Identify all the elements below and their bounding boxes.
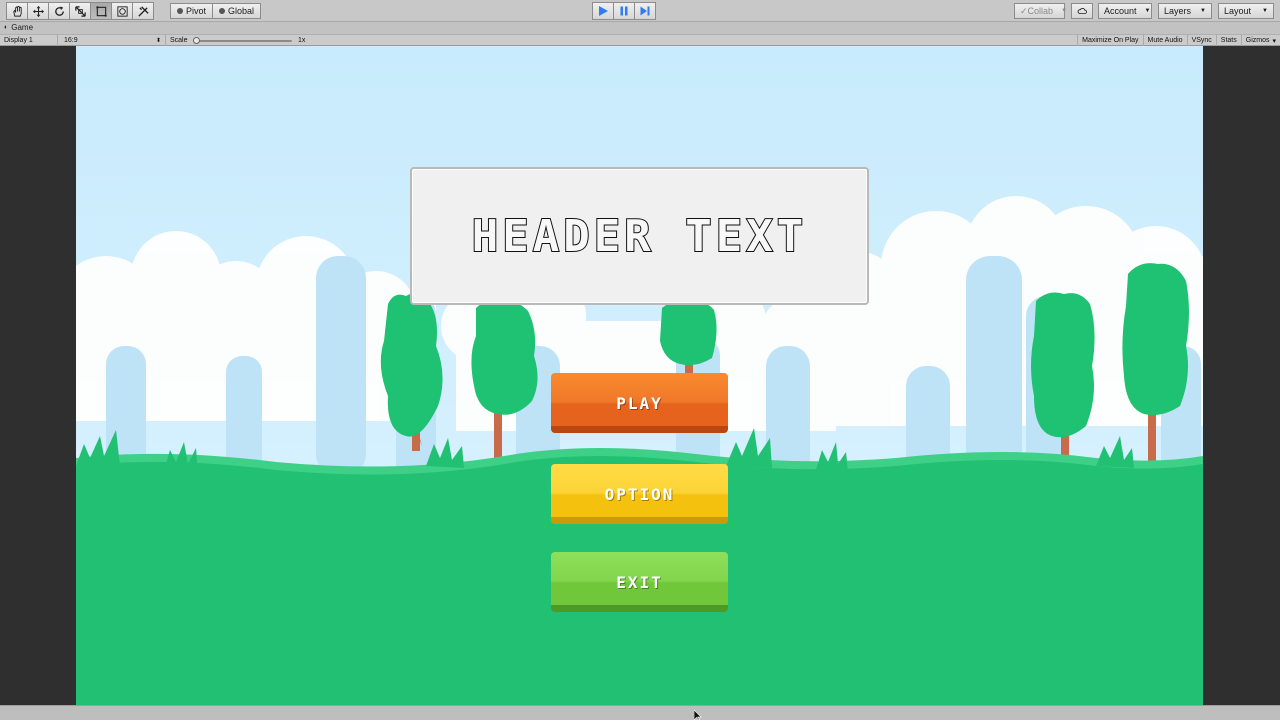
exit-button[interactable]: EXIT — [551, 552, 728, 612]
step-icon — [640, 6, 650, 16]
play-button[interactable]: PLAY — [551, 373, 728, 433]
hand-tool-icon[interactable] — [6, 2, 28, 20]
cloud-button[interactable] — [1071, 3, 1093, 19]
transform-tool-icon[interactable] — [111, 2, 133, 20]
global-toggle[interactable]: Global — [212, 3, 262, 19]
chevron-down-icon: ▼ — [1061, 8, 1068, 14]
status-bar — [0, 705, 1280, 720]
play-button[interactable] — [592, 2, 614, 20]
rect-tool-icon[interactable] — [90, 2, 112, 20]
layout-label: Layout — [1224, 6, 1252, 16]
scale-slider-handle[interactable] — [193, 37, 200, 44]
collab-dropdown[interactable]: ✓ Collab ▼ — [1014, 3, 1068, 19]
pause-icon — [620, 6, 628, 16]
scale-text: Scale — [170, 37, 188, 44]
transform-tools — [6, 2, 154, 20]
game-controller-icon: ◐ — [4, 24, 9, 31]
gizmos-dropdown[interactable]: Gizmos ▾ — [1240, 35, 1280, 46]
move-tool-icon[interactable] — [27, 2, 49, 20]
scale-slider-track[interactable] — [196, 40, 292, 42]
chevron-down-icon: ▼ — [1262, 8, 1268, 14]
game-viewport: HEADER TEXT PLAY OPTION EXIT — [0, 46, 1280, 705]
scale-tool-icon[interactable] — [69, 2, 91, 20]
pause-button[interactable] — [613, 2, 635, 20]
mute-audio-toggle[interactable]: Mute Audio — [1142, 35, 1187, 46]
step-button[interactable] — [634, 2, 656, 20]
stats-label: Stats — [1220, 37, 1237, 44]
gizmos-label: Gizmos — [1245, 37, 1270, 44]
game-canvas: HEADER TEXT PLAY OPTION EXIT — [76, 46, 1203, 705]
pivot-global-toggles: Pivot Global — [170, 3, 262, 19]
cloud-icon — [1077, 8, 1087, 14]
mouse-cursor-icon — [694, 710, 702, 720]
account-label: Account — [1104, 6, 1137, 16]
scale-label: Scale — [166, 35, 192, 46]
chevron-updown-icon: ⬍ — [155, 38, 161, 44]
global-label: Global — [228, 6, 255, 16]
maximize-label: Maximize On Play — [1082, 37, 1139, 44]
play-button-label: PLAY — [616, 393, 663, 413]
maximize-on-play-toggle[interactable]: Maximize On Play — [1077, 35, 1142, 46]
playmode-controls — [592, 2, 656, 20]
pivot-icon — [177, 8, 183, 14]
globe-icon — [219, 8, 226, 14]
layers-dropdown[interactable]: Layers ▼ — [1158, 3, 1212, 19]
custom-tool-icon[interactable] — [132, 2, 154, 20]
vsync-label: VSync — [1191, 37, 1212, 44]
unity-toolbar: Pivot Global ✓ Collab ▼ Account ▼ Layers ▼ L… — [0, 0, 1280, 22]
aspect-label: 16:9 — [64, 37, 78, 44]
tab-game[interactable]: ◐ Game — [4, 23, 33, 32]
chevron-down-icon: ▾ — [1272, 37, 1276, 45]
collab-label: Collab — [1027, 6, 1054, 16]
pivot-label: Pivot — [186, 6, 207, 16]
mute-label: Mute Audio — [1147, 37, 1183, 44]
vsync-toggle[interactable]: VSync — [1186, 35, 1216, 46]
pivot-toggle[interactable]: Pivot — [170, 3, 214, 19]
chevron-down-icon: ▼ — [1144, 8, 1151, 14]
exit-button-label: EXIT — [616, 572, 663, 592]
collab-check-icon: ✓ — [1020, 5, 1028, 16]
chevron-down-icon: ▼ — [1200, 8, 1206, 14]
header-panel: HEADER TEXT — [410, 167, 869, 305]
option-button[interactable]: OPTION — [551, 464, 728, 524]
display-dropdown[interactable]: Display 1 — [0, 35, 58, 46]
account-dropdown[interactable]: Account ▼ — [1098, 3, 1152, 19]
rotate-tool-icon[interactable] — [48, 2, 70, 20]
game-view-toggles: Maximize On Play Mute Audio VSync Stats … — [1077, 35, 1280, 46]
aspect-dropdown[interactable]: 16:9 ⬍ — [60, 35, 166, 46]
scale-value-text: 1x — [298, 37, 306, 44]
scale-value: 1x — [294, 35, 309, 46]
tab-game-label: Game — [11, 23, 34, 32]
play-icon — [599, 6, 608, 16]
layers-label: Layers — [1164, 6, 1192, 16]
option-button-label: OPTION — [604, 484, 675, 504]
display-label: Display 1 — [4, 37, 33, 44]
layout-dropdown[interactable]: Layout ▼ — [1218, 3, 1274, 19]
stats-toggle[interactable]: Stats — [1215, 35, 1241, 46]
game-tab-bar: ◐ Game — [0, 22, 1280, 34]
header-text: HEADER TEXT — [471, 210, 808, 263]
game-view-controls: Display 1 16:9 ⬍ Scale 1x Maximize On Pl… — [0, 34, 1280, 46]
